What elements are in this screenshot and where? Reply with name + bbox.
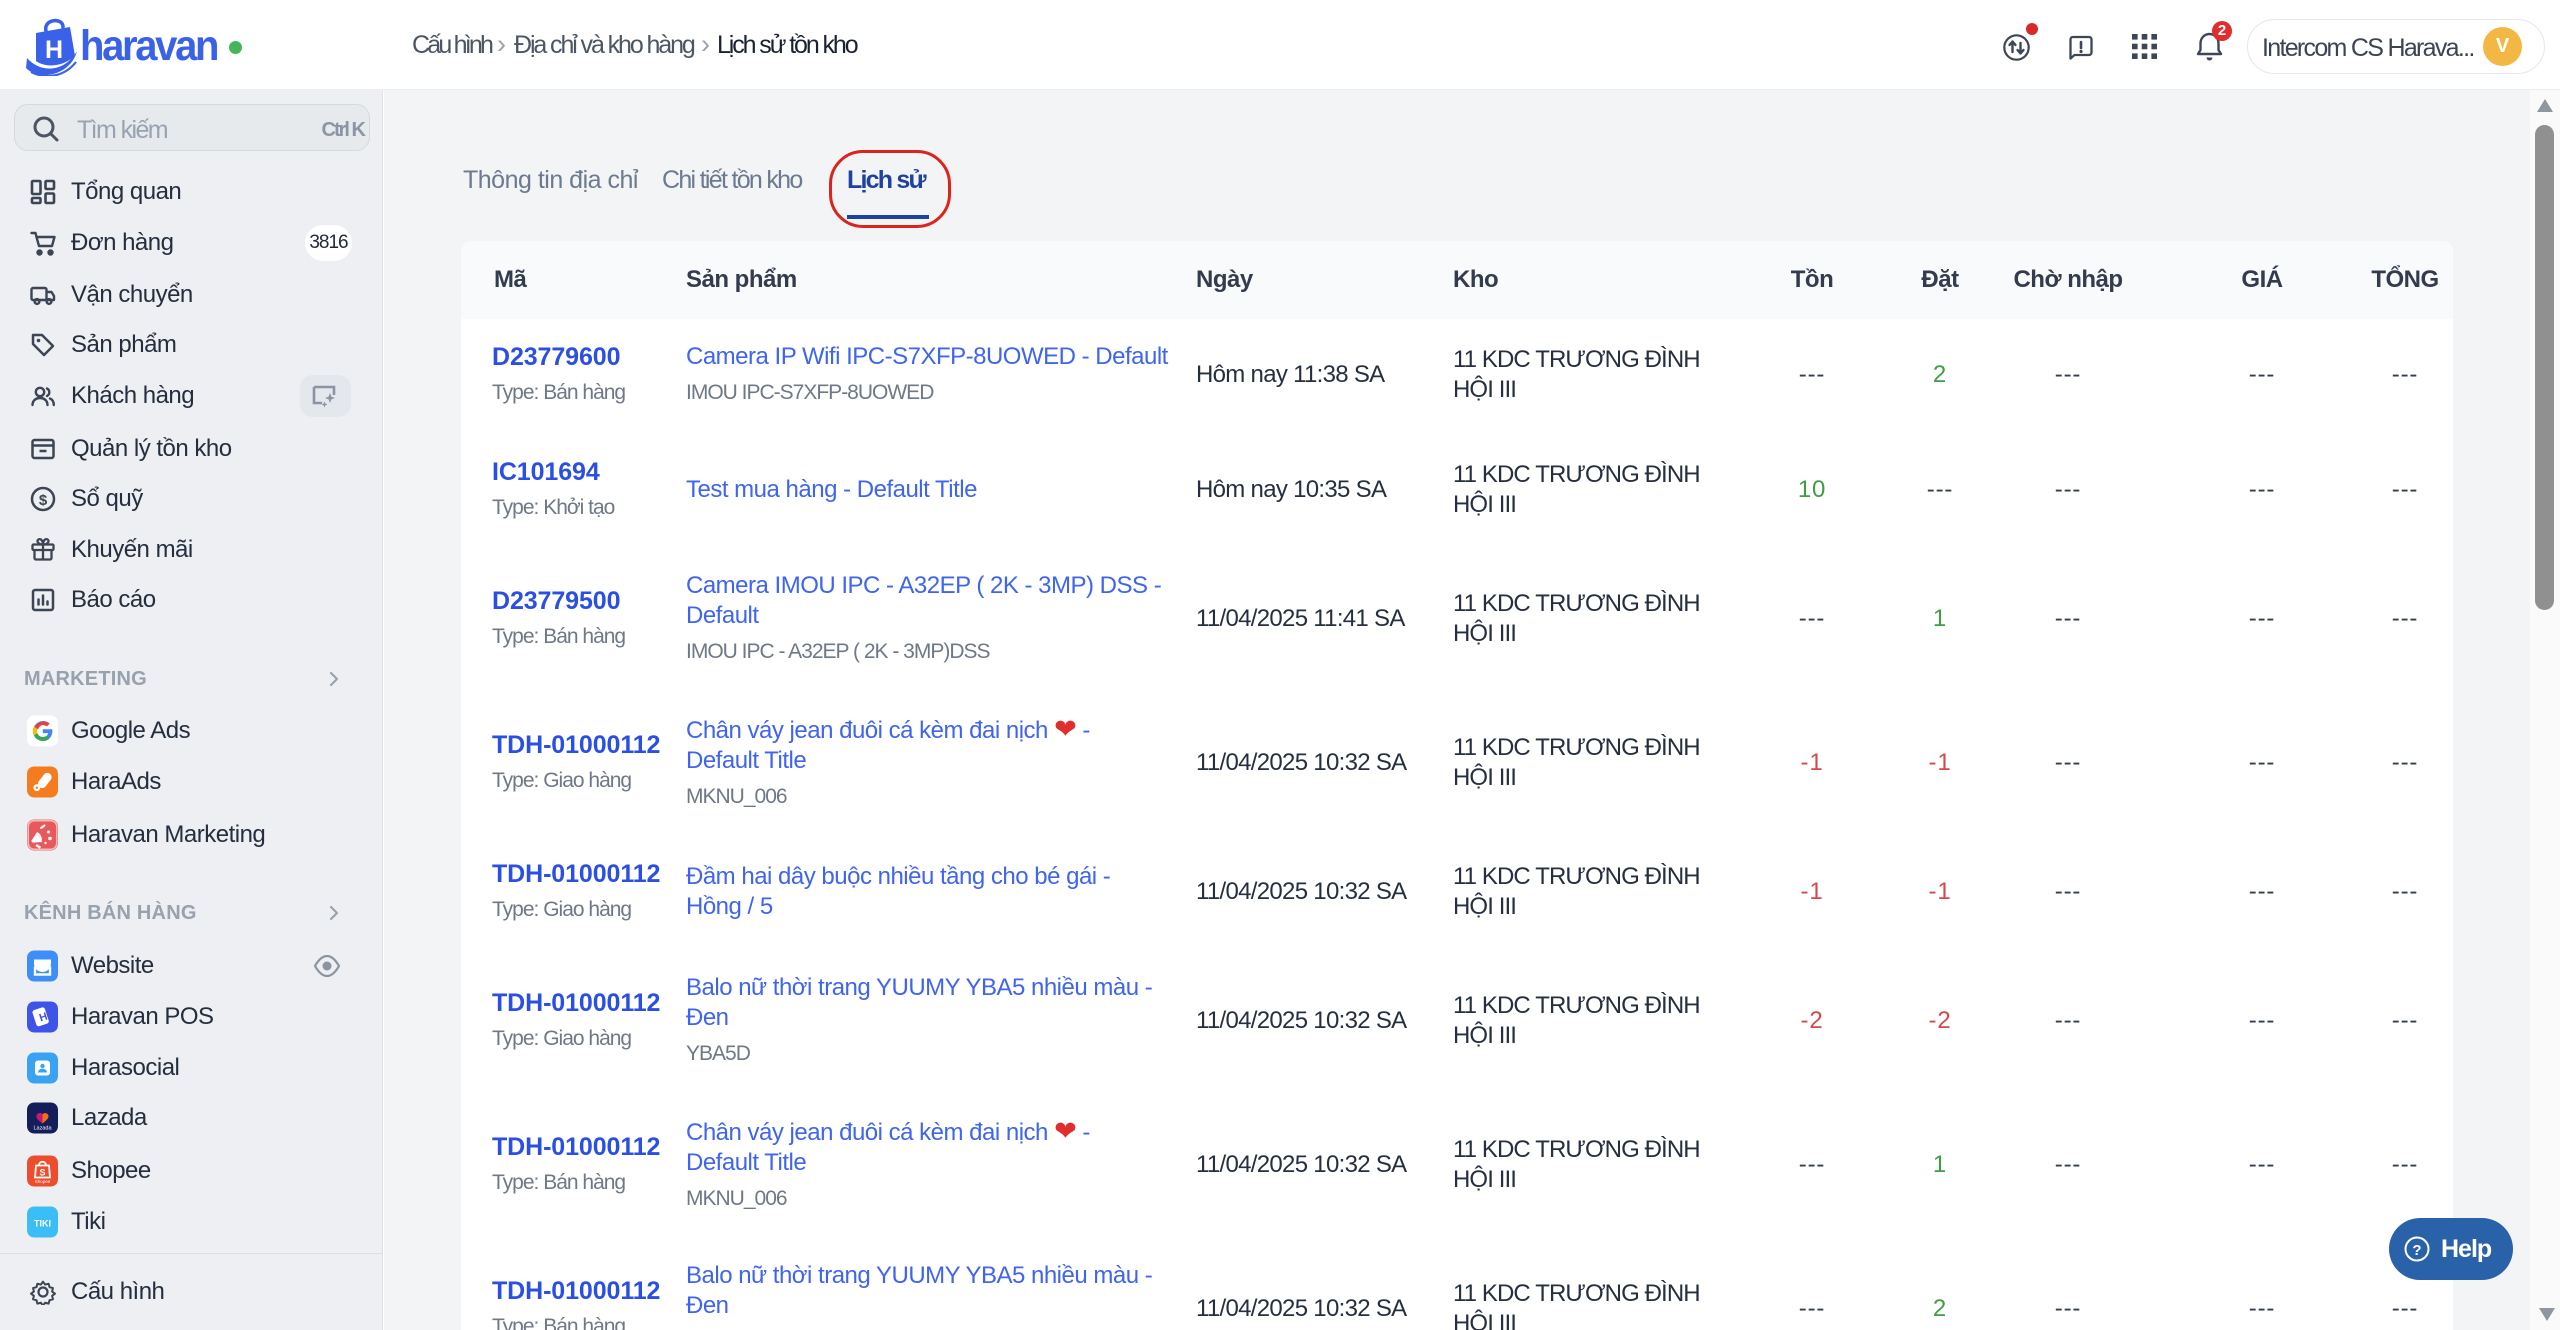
svg-text:S: S xyxy=(39,1168,45,1178)
svg-text:TIKI: TIKI xyxy=(34,1219,51,1229)
svg-text:?: ? xyxy=(2412,1242,2421,1259)
svg-text:$: $ xyxy=(39,492,48,509)
svg-text:Shopee: Shopee xyxy=(35,1179,51,1184)
svg-text:Lazada: Lazada xyxy=(33,1126,52,1132)
svg-text:H: H xyxy=(45,36,63,64)
